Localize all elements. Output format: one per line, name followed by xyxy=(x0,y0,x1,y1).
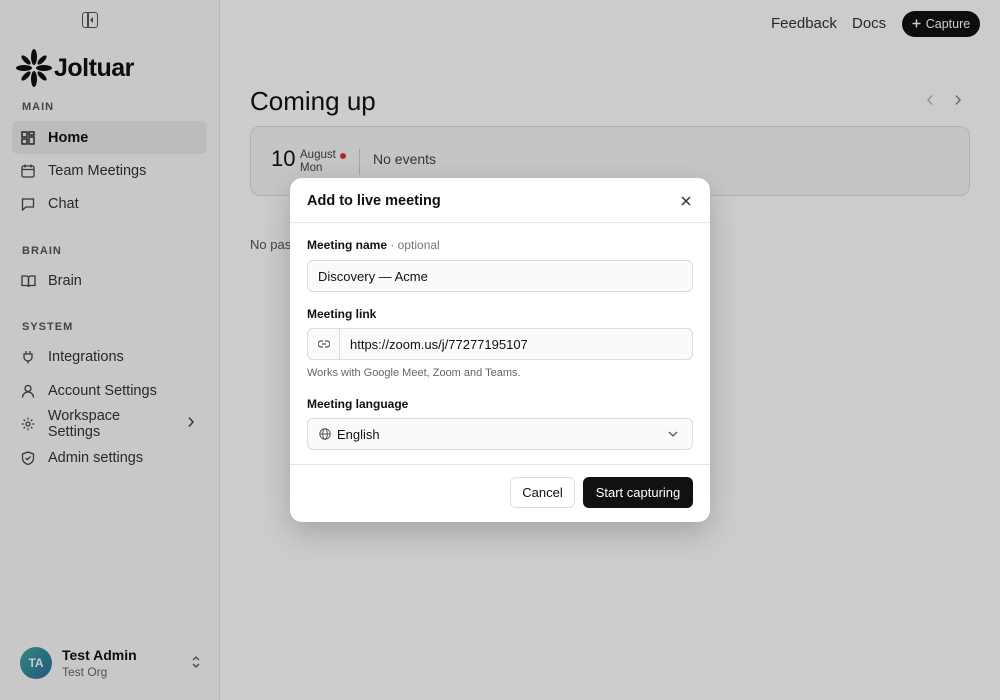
divider xyxy=(290,464,710,465)
close-icon[interactable] xyxy=(678,193,694,209)
cancel-button[interactable]: Cancel xyxy=(510,477,575,508)
add-to-live-meeting-dialog: Add to live meeting Meeting name · optio… xyxy=(290,178,710,522)
meeting-language-select[interactable]: English xyxy=(307,418,693,450)
meeting-language-value: English xyxy=(337,426,380,442)
meeting-name-value: Discovery — Acme xyxy=(318,268,428,284)
start-capturing-button[interactable]: Start capturing xyxy=(583,477,693,508)
meeting-link-helper: Works with Google Meet, Zoom and Teams. xyxy=(307,367,521,379)
meeting-name-label: Meeting name · optional xyxy=(307,238,440,252)
meeting-link-label: Meeting link xyxy=(307,307,377,321)
link-icon xyxy=(308,329,340,359)
meeting-name-input[interactable]: Discovery — Acme xyxy=(307,260,693,292)
chevron-down-icon xyxy=(668,431,678,437)
dialog-title: Add to live meeting xyxy=(307,193,441,209)
divider xyxy=(290,222,710,223)
meeting-language-label: Meeting language xyxy=(307,397,409,411)
meeting-link-input[interactable]: https://zoom.us/j/77277195107 xyxy=(307,328,693,360)
globe-icon xyxy=(319,428,331,440)
meeting-link-value: https://zoom.us/j/77277195107 xyxy=(350,336,528,352)
